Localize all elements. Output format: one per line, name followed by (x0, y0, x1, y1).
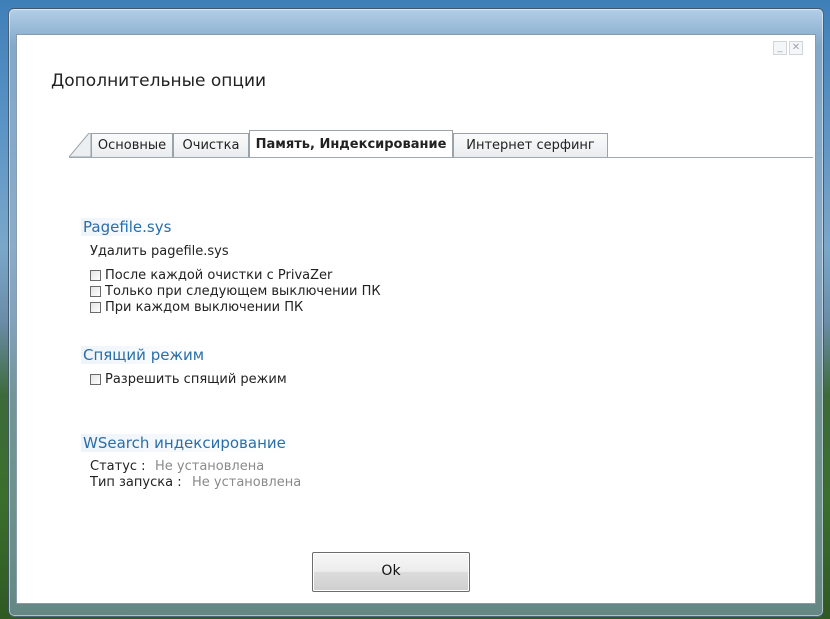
checkbox[interactable] (90, 269, 101, 281)
wsearch-status-value: Не установлена (155, 459, 265, 474)
ok-button[interactable]: Ok (312, 552, 470, 592)
dialog-client-area: _ ✕ Дополнительные опции Основные Очистк… (16, 34, 816, 604)
tab-slope-decoration (69, 133, 91, 157)
close-button[interactable]: ✕ (789, 41, 803, 55)
wsearch-startup-label: Тип запуска : (90, 475, 182, 490)
tab-main[interactable]: Основные (91, 133, 173, 157)
checkbox-label: При каждом выключении ПК (105, 299, 304, 315)
checkbox[interactable] (90, 373, 101, 385)
checkbox-label: После каждой очистки с PrivaZer (105, 267, 333, 283)
tab-internet-surfing[interactable]: Интернет серфинг (453, 133, 608, 157)
pagefile-option-after-cleanup[interactable]: После каждой очистки с PrivaZer (90, 267, 332, 283)
tab-cleanup[interactable]: Очистка (173, 133, 249, 157)
sleep-option-allow[interactable]: Разрешить спящий режим (90, 371, 287, 387)
checkbox[interactable] (90, 285, 101, 297)
minimize-button[interactable]: _ (773, 41, 787, 55)
wsearch-status-label: Статус : (90, 459, 146, 474)
wsearch-startup-value: Не установлена (192, 475, 302, 490)
checkbox-label: Только при следующем выключении ПК (105, 283, 381, 299)
tab-memory-indexing[interactable]: Память, Индексирование (249, 130, 453, 157)
wsearch-section-title: WSearch индексирование (81, 434, 288, 452)
pagefile-subtitle: Удалить pagefile.sys (90, 244, 229, 259)
pagefile-option-next-shutdown[interactable]: Только при следующем выключении ПК (90, 283, 381, 299)
pagefile-section-title: Pagefile.sys (81, 218, 174, 236)
checkbox-label: Разрешить спящий режим (105, 371, 287, 387)
sleep-section-title: Спящий режим (81, 346, 207, 364)
pagefile-option-every-shutdown[interactable]: При каждом выключении ПК (90, 299, 303, 315)
dialog-title: Дополнительные опции (51, 71, 267, 91)
checkbox[interactable] (90, 301, 101, 313)
